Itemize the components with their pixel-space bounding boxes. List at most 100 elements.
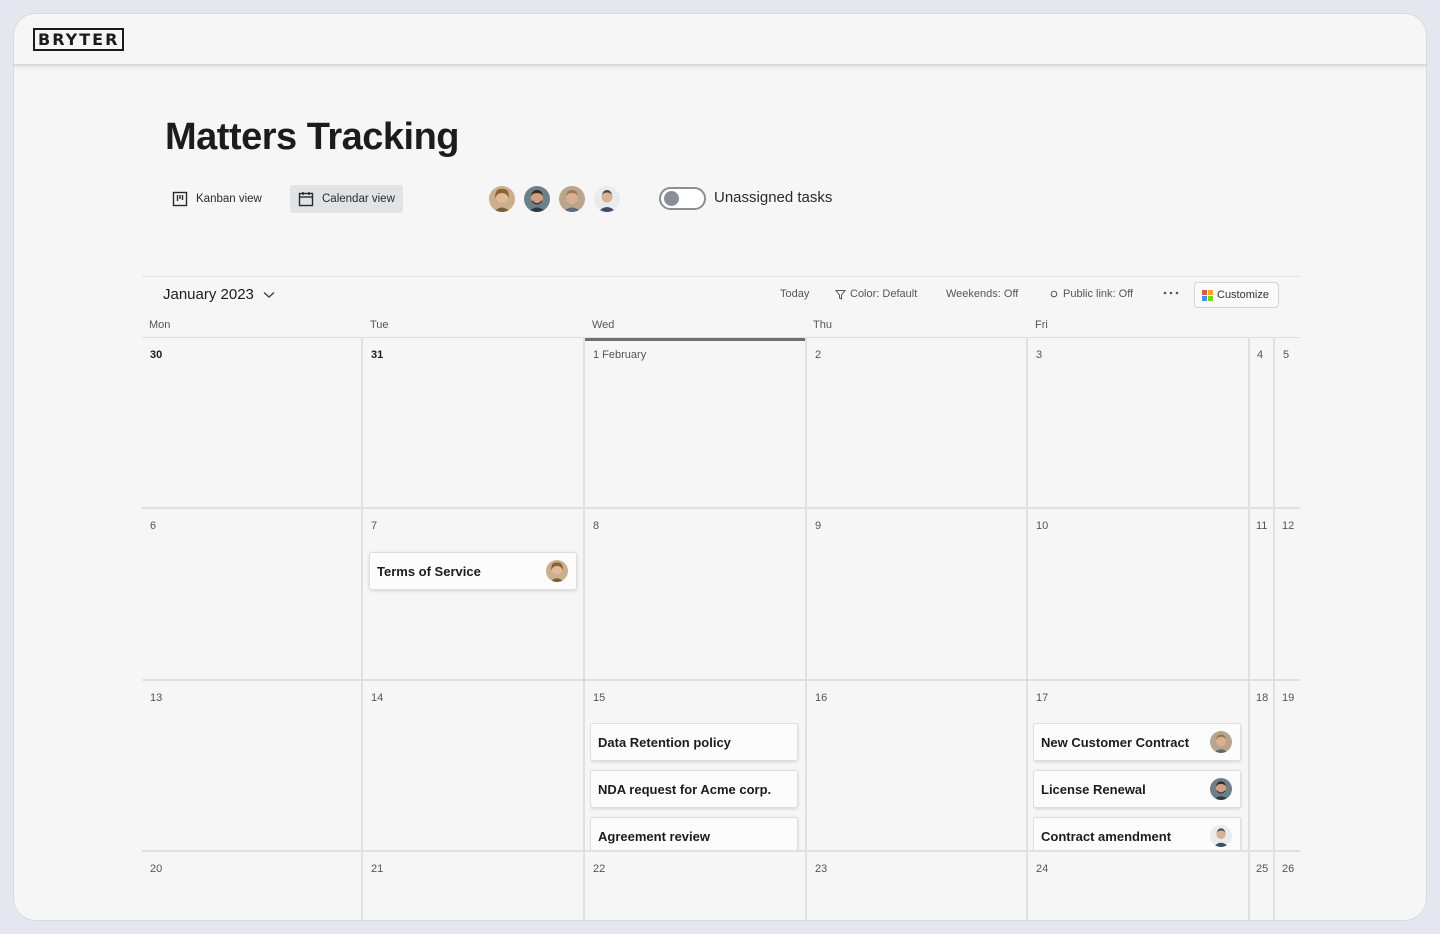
task-card[interactable]: Contract amendment bbox=[1033, 817, 1241, 850]
date-label[interactable]: 31 bbox=[371, 349, 383, 361]
date-label[interactable]: 13 bbox=[150, 692, 162, 704]
weekday-label: Mon bbox=[149, 319, 171, 331]
today-marker bbox=[585, 338, 805, 341]
task-title: Data Retention policy bbox=[598, 734, 731, 750]
date-label[interactable]: 6 bbox=[150, 520, 156, 532]
task-list: Data Retention policy NDA request for Ac… bbox=[590, 723, 802, 850]
column-divider bbox=[805, 338, 807, 920]
task-card[interactable]: License Renewal bbox=[1033, 770, 1241, 808]
team-avatars bbox=[487, 184, 627, 214]
more-icon bbox=[1163, 291, 1179, 295]
today-button[interactable]: Today bbox=[780, 288, 809, 300]
date-label[interactable]: 9 bbox=[815, 520, 821, 532]
date-label[interactable]: 14 bbox=[371, 692, 383, 704]
month-selector[interactable]: January 2023 bbox=[163, 286, 275, 303]
toggle-knob bbox=[664, 191, 679, 206]
calendar-view-button[interactable]: Calendar view bbox=[290, 185, 403, 213]
date-label[interactable]: 21 bbox=[371, 863, 383, 875]
task-title: NDA request for Acme corp. bbox=[598, 781, 772, 797]
public-link-label: Public link: Off bbox=[1063, 288, 1134, 300]
date-label[interactable]: 22 bbox=[593, 863, 605, 875]
avatar[interactable] bbox=[592, 184, 622, 214]
customize-button[interactable]: Customize bbox=[1194, 282, 1279, 308]
date-label[interactable]: 26 bbox=[1282, 863, 1294, 875]
bryter-logo[interactable]: BRYTER bbox=[33, 28, 125, 51]
today-label: Today bbox=[780, 288, 810, 300]
color-button[interactable]: Color: Default bbox=[835, 288, 917, 300]
task-title: New Customer Contract bbox=[1041, 734, 1190, 750]
avatar bbox=[546, 560, 568, 582]
customize-label: Customize bbox=[1217, 289, 1269, 301]
avatar[interactable] bbox=[487, 184, 517, 214]
date-label[interactable]: 8 bbox=[593, 520, 599, 532]
date-label[interactable]: 3 bbox=[1036, 349, 1042, 361]
avatar bbox=[1210, 778, 1232, 800]
column-divider bbox=[1248, 338, 1250, 920]
task-list: New Customer Contract License Renewal Co… bbox=[1033, 723, 1245, 850]
kanban-view-label: Kanban view bbox=[196, 193, 262, 205]
avatar[interactable] bbox=[557, 184, 587, 214]
column-divider bbox=[583, 338, 585, 920]
customize-icon bbox=[1202, 289, 1213, 301]
task-card[interactable]: Agreement review bbox=[590, 817, 798, 850]
column-divider bbox=[1273, 338, 1275, 920]
date-label[interactable]: 1 February bbox=[593, 349, 646, 361]
date-label[interactable]: 11 bbox=[1256, 520, 1267, 532]
date-label[interactable]: 15 bbox=[593, 692, 605, 704]
date-label[interactable]: 18 bbox=[1256, 692, 1268, 704]
date-label[interactable]: 23 bbox=[815, 863, 827, 875]
kanban-icon bbox=[172, 191, 188, 207]
weekends-label: Weekends: Off bbox=[946, 288, 1019, 300]
task-title: Agreement review bbox=[598, 828, 710, 844]
date-label[interactable]: 25 bbox=[1256, 863, 1268, 875]
avatar bbox=[1210, 825, 1232, 847]
task-card[interactable]: NDA request for Acme corp. bbox=[590, 770, 798, 808]
task-title: License Renewal bbox=[1041, 781, 1146, 797]
divider bbox=[142, 276, 1300, 277]
date-label[interactable]: 20 bbox=[150, 863, 162, 875]
weekday-header: Mon Tue Wed Thu Fri bbox=[142, 314, 1300, 338]
date-label[interactable]: 24 bbox=[1036, 863, 1048, 875]
page-title: Matters Tracking bbox=[165, 116, 460, 158]
date-label[interactable]: 30 bbox=[150, 349, 162, 361]
task-card[interactable]: New Customer Contract bbox=[1033, 723, 1241, 761]
top-bar: BRYTER bbox=[14, 14, 1426, 66]
task-title: Terms of Service bbox=[377, 563, 481, 579]
task-card[interactable]: Terms of Service bbox=[369, 552, 577, 590]
unassigned-label: Unassigned tasks bbox=[714, 189, 833, 206]
calendar-view-label: Calendar view bbox=[322, 193, 395, 205]
date-label[interactable]: 17 bbox=[1036, 692, 1048, 704]
row-divider bbox=[142, 679, 1300, 681]
weekday-label: Fri bbox=[1035, 319, 1048, 331]
more-options-button[interactable] bbox=[1162, 284, 1184, 302]
filter-icon bbox=[835, 289, 846, 300]
calendar-grid: 30 31 1 February 2 3 4 5 6 7 8 9 10 11 1… bbox=[142, 338, 1300, 920]
date-label[interactable]: 4 bbox=[1257, 349, 1263, 361]
avatar[interactable] bbox=[522, 184, 552, 214]
date-label[interactable]: 16 bbox=[815, 692, 827, 704]
color-label: Color: Default bbox=[850, 288, 918, 300]
weekday-label: Tue bbox=[370, 319, 389, 331]
task-title: Contract amendment bbox=[1041, 828, 1172, 844]
calendar-icon bbox=[298, 192, 314, 207]
circle-icon bbox=[1050, 290, 1058, 298]
weekday-label: Wed bbox=[592, 319, 615, 331]
month-label: January 2023 bbox=[163, 286, 254, 303]
column-divider bbox=[1026, 338, 1028, 920]
column-divider bbox=[361, 338, 363, 920]
avatar bbox=[1210, 731, 1232, 753]
app-window: BRYTER Matters Tracking Kanban view Cale… bbox=[14, 14, 1426, 920]
weekends-button[interactable]: Weekends: Off bbox=[946, 288, 1018, 300]
date-label[interactable]: 5 bbox=[1283, 349, 1289, 361]
public-link-button[interactable]: Public link: Off bbox=[1049, 288, 1133, 300]
kanban-view-button[interactable]: Kanban view bbox=[164, 185, 270, 213]
unassigned-toggle[interactable] bbox=[659, 187, 706, 210]
date-label[interactable]: 12 bbox=[1282, 520, 1294, 532]
date-label[interactable]: 2 bbox=[815, 349, 821, 361]
date-label[interactable]: 10 bbox=[1036, 520, 1048, 532]
date-label[interactable]: 7 bbox=[371, 520, 377, 532]
task-card[interactable]: Data Retention policy bbox=[590, 723, 798, 761]
row-divider bbox=[142, 507, 1300, 509]
weekday-label: Thu bbox=[813, 319, 832, 331]
date-label[interactable]: 19 bbox=[1282, 692, 1294, 704]
